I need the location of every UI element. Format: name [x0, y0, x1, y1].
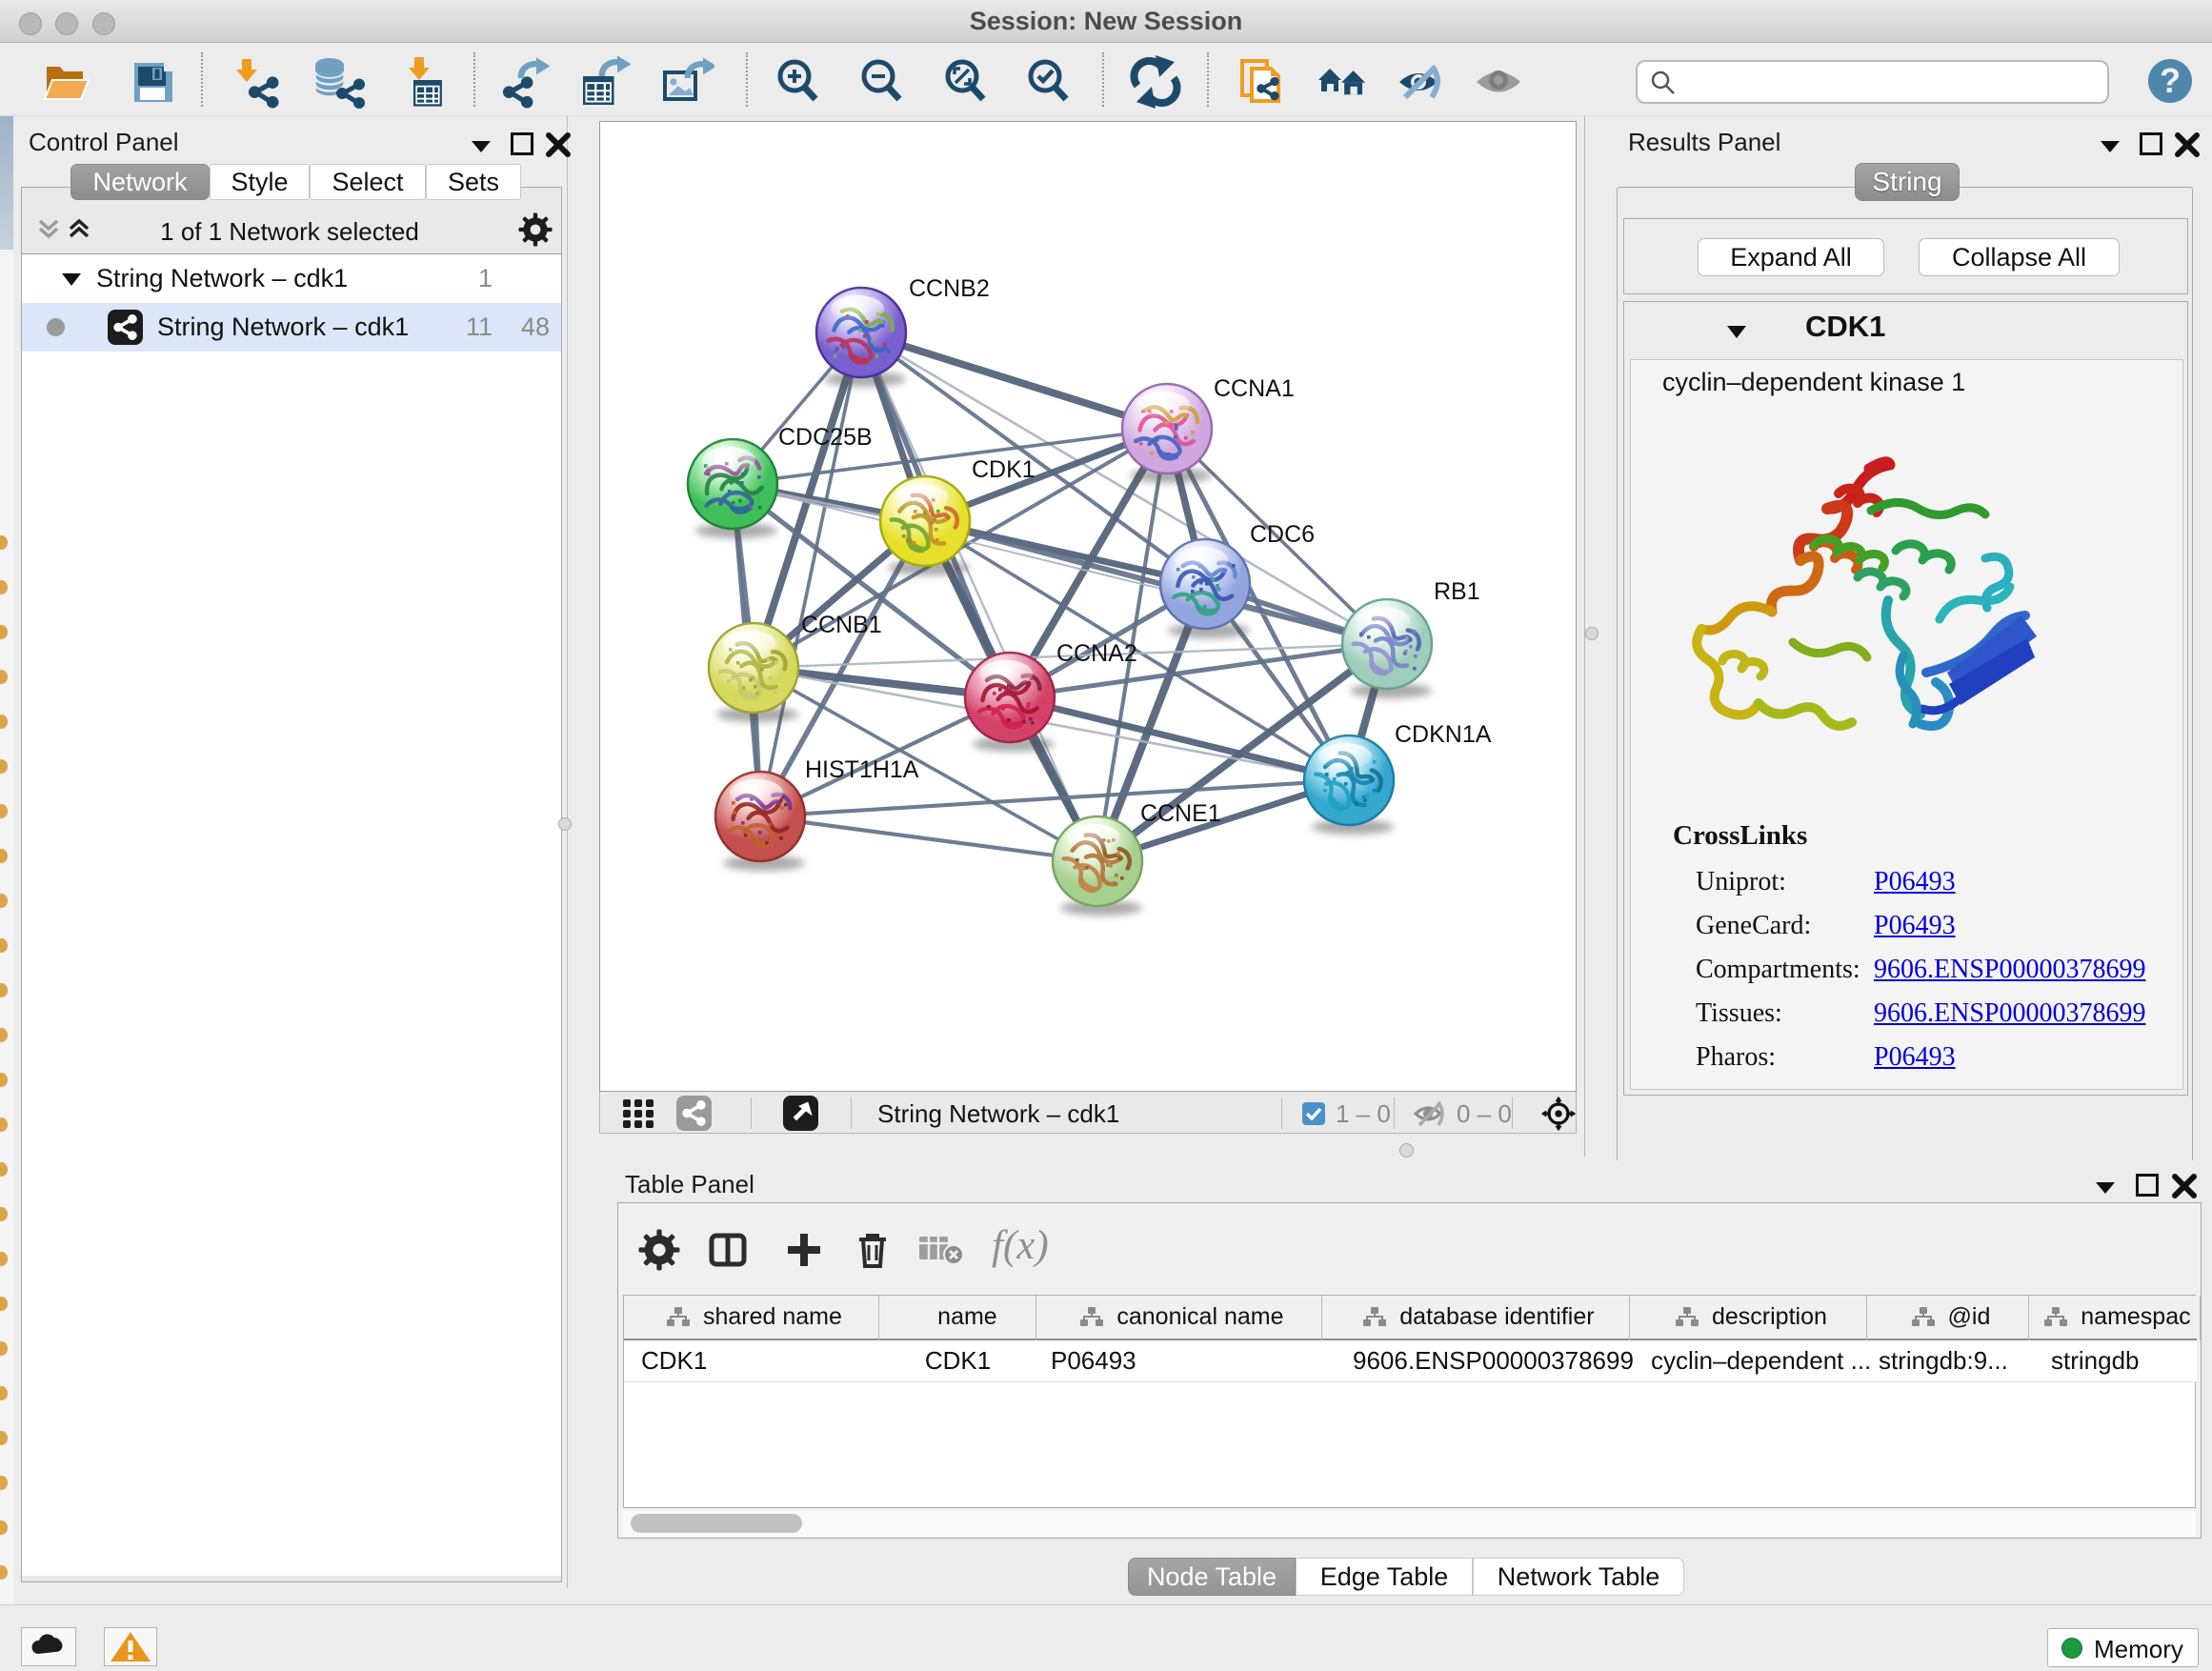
- svg-text:CDK1: CDK1: [972, 456, 1036, 483]
- svg-text:CCNA1: CCNA1: [1214, 375, 1295, 402]
- svg-text:CDC25B: CDC25B: [778, 424, 873, 451]
- svg-text:CCNE1: CCNE1: [1140, 800, 1221, 827]
- svg-text:RB1: RB1: [1434, 578, 1480, 605]
- svg-text:CCNB1: CCNB1: [801, 612, 882, 638]
- svg-text:CCNA2: CCNA2: [1056, 640, 1137, 667]
- svg-text:CDKN1A: CDKN1A: [1395, 721, 1492, 748]
- svg-text:CCNB2: CCNB2: [909, 275, 990, 302]
- svg-text:HIST1H1A: HIST1H1A: [805, 756, 919, 783]
- svg-text:CDC6: CDC6: [1250, 521, 1315, 548]
